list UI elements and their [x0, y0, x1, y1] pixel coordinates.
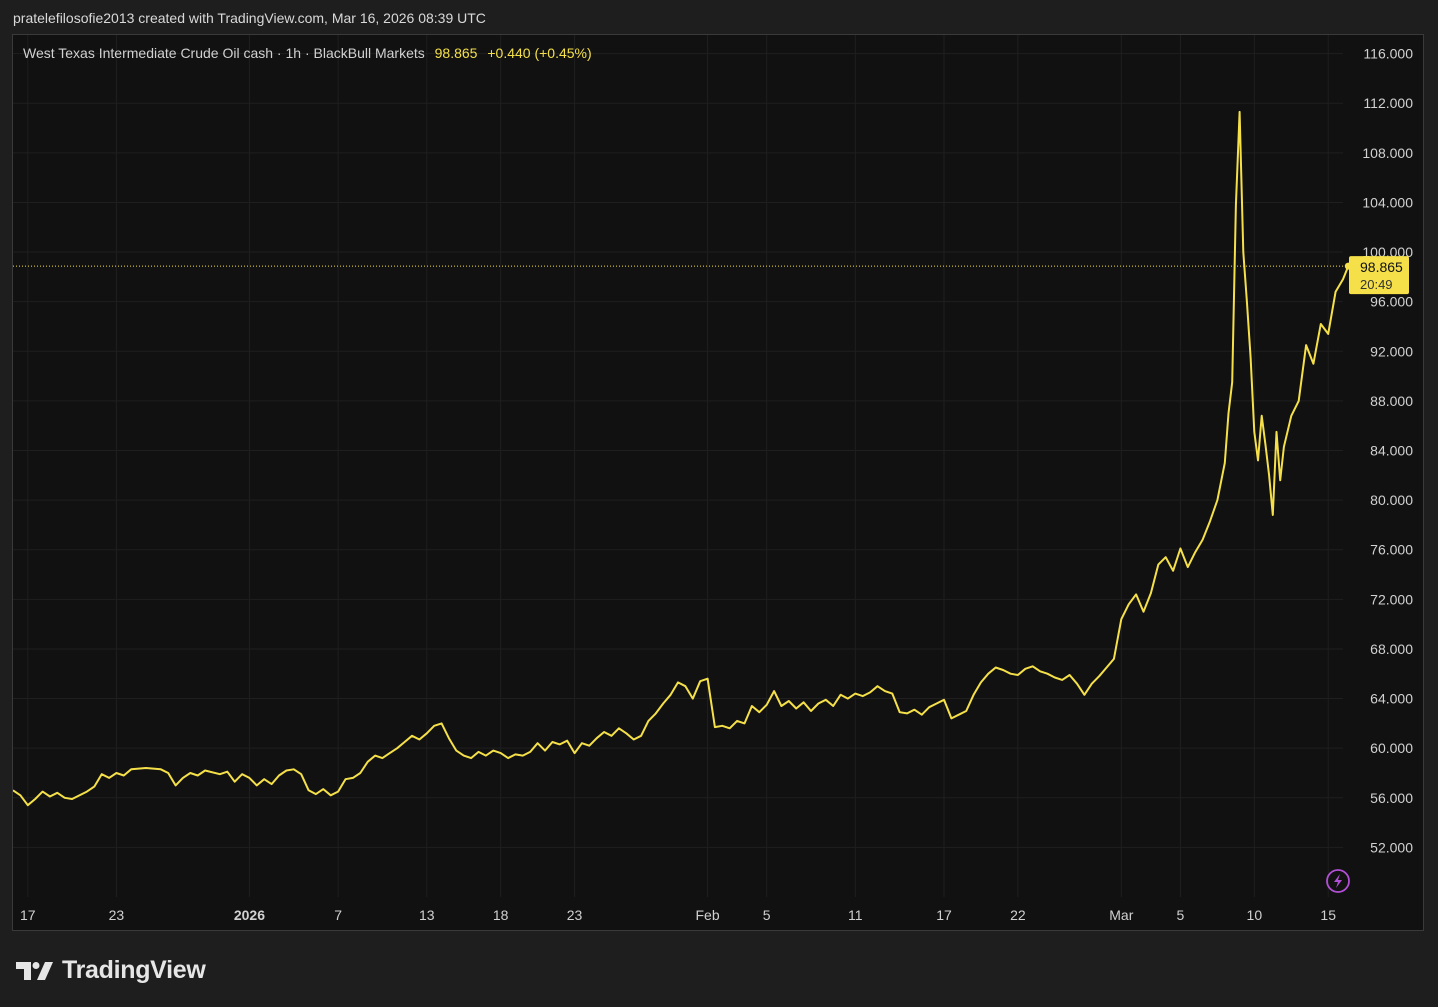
x-tick-label: 10 — [1247, 907, 1263, 923]
x-tick-label: 5 — [763, 907, 771, 923]
x-tick-label: 2026 — [234, 907, 265, 923]
y-tick-label: 64.000 — [1370, 691, 1413, 707]
y-tick-label: 112.000 — [1363, 95, 1413, 111]
symbol-legend[interactable]: West Texas Intermediate Crude Oil cash ·… — [23, 45, 592, 61]
price-chart[interactable]: 52.000 56.000 60.000 64.000 68.000 72.000 76.0… — [13, 35, 1425, 932]
x-tick-label: 23 — [109, 907, 125, 923]
symbol-title: West Texas Intermediate Crude Oil cash ·… — [23, 45, 425, 61]
y-tick-label: 84.000 — [1370, 442, 1413, 458]
grid-lines — [13, 35, 1343, 897]
x-tick-label: Feb — [695, 907, 719, 923]
x-tick-label: 13 — [419, 907, 435, 923]
price-axis[interactable]: 52.000 56.000 60.000 64.000 68.000 72.000 76.0… — [1362, 46, 1413, 856]
x-tick-label: 17 — [936, 907, 952, 923]
y-tick-label: 76.000 — [1370, 542, 1413, 558]
y-tick-label: 52.000 — [1370, 839, 1413, 855]
last-price-value: 98.865 — [434, 45, 478, 61]
y-tick-label: 96.000 — [1370, 294, 1413, 310]
lightning-icon[interactable] — [1326, 869, 1350, 893]
x-tick-label: 7 — [334, 907, 342, 923]
last-price-label-value: 98.865 — [1360, 259, 1403, 275]
tradingview-logo[interactable]: TradingView — [16, 955, 206, 985]
x-tick-label: 5 — [1177, 907, 1185, 923]
tradingview-logo-icon — [16, 962, 53, 980]
x-tick-label: 18 — [493, 907, 509, 923]
y-tick-label: 68.000 — [1370, 641, 1413, 657]
y-tick-label: 88.000 — [1370, 393, 1413, 409]
x-tick-label: 17 — [20, 907, 36, 923]
x-tick-label: 11 — [848, 907, 863, 923]
x-tick-label: 23 — [567, 907, 583, 923]
y-tick-label: 80.000 — [1370, 492, 1413, 508]
y-tick-label: 60.000 — [1370, 740, 1413, 756]
x-tick-label: 22 — [1010, 907, 1026, 923]
y-tick-label: 56.000 — [1370, 790, 1413, 806]
y-tick-label: 92.000 — [1370, 343, 1413, 359]
x-tick-label: 15 — [1320, 907, 1336, 923]
last-price-label[interactable]: 98.865 20:49 — [1349, 256, 1409, 295]
chart-panel[interactable]: 52.000 56.000 60.000 64.000 68.000 72.000 76.0… — [12, 34, 1424, 931]
y-tick-label: 72.000 — [1370, 591, 1413, 607]
price-change: +0.440 (+0.45%) — [487, 45, 592, 61]
chart-caption: pratelefilosofie2013 created with Tradin… — [13, 10, 486, 26]
x-tick-label: Mar — [1109, 907, 1133, 923]
wti-price-line — [13, 110, 1350, 807]
time-axis[interactable]: 17 23 2026 7 13 18 23 Feb 5 11 17 22 Mar 5 10 15 — [20, 907, 1336, 923]
tradingview-brand: TradingView — [62, 955, 206, 984]
y-tick-label: 104.000 — [1362, 194, 1413, 210]
y-tick-label: 116.000 — [1363, 46, 1413, 62]
bar-countdown: 20:49 — [1360, 277, 1393, 292]
y-tick-label: 108.000 — [1362, 145, 1413, 161]
